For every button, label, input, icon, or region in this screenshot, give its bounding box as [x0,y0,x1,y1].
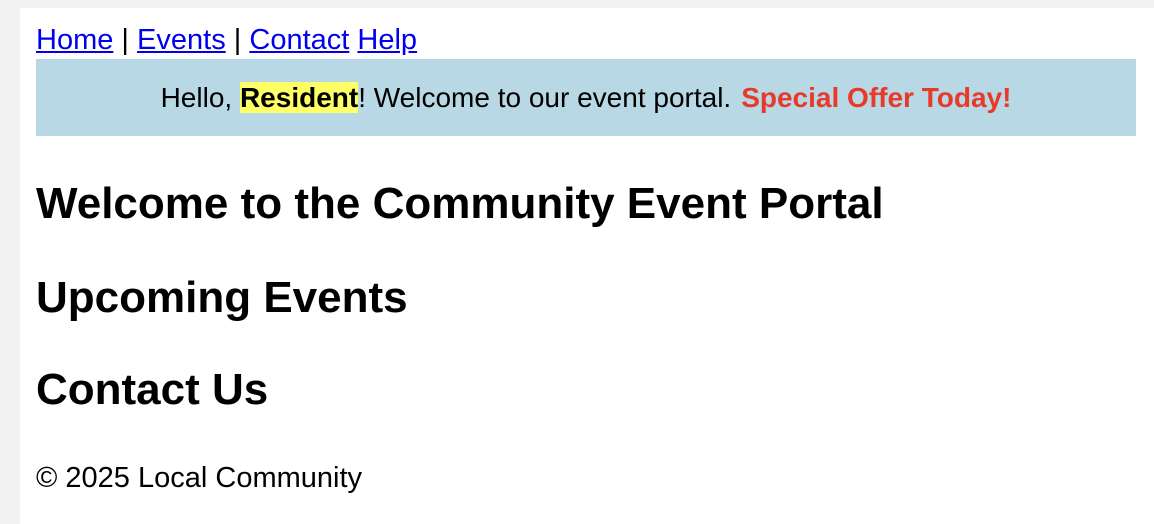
nav-link-contact[interactable]: Contact [249,24,349,56]
welcome-banner: Hello, Resident! Welcome to our event po… [36,59,1136,136]
nav-link-help[interactable]: Help [357,24,417,56]
section-heading-contact-us: Contact Us [36,365,269,414]
footer-copyright: © 2025 Local Community [36,462,363,494]
banner-text: Hello, Resident! Welcome to our event po… [160,81,732,114]
page-title: Welcome to the Community Event Portal [36,179,884,228]
section-heading-upcoming-events: Upcoming Events [36,273,408,322]
banner-greeting: Hello, [160,81,240,113]
banner-message: ! Welcome to our event portal. [358,81,732,113]
banner-user-name: Resident [239,81,359,113]
nav-link-events[interactable]: Events [137,24,226,56]
special-offer-text: Special Offer Today! [741,81,1012,113]
page-container: Home | Events | Contact Help Hello, Resi… [20,8,1154,524]
nav-separator: | [121,24,129,56]
nav-link-home[interactable]: Home [36,24,113,56]
nav-separator: | [233,24,242,56]
top-nav: Home | Events | Contact Help [36,22,1136,58]
